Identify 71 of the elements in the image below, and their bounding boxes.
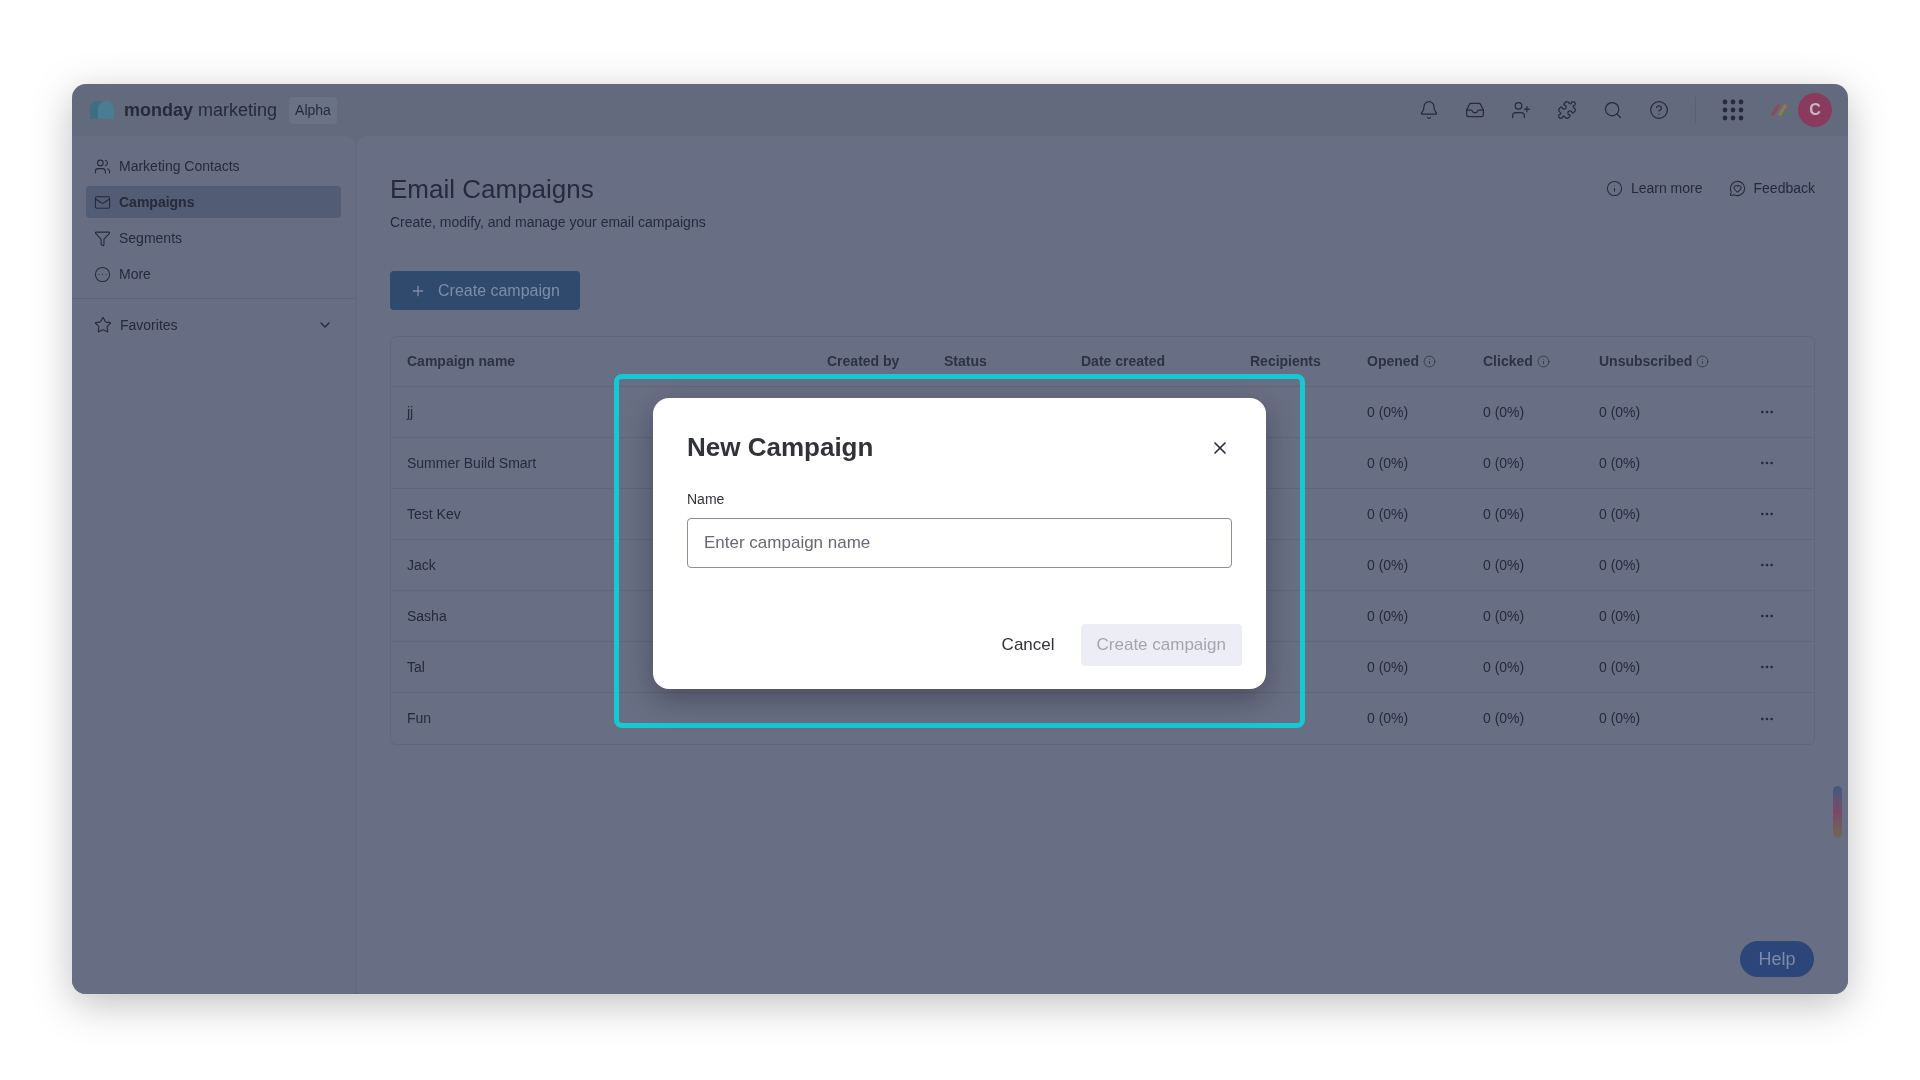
table-cell: 0 (0%) — [1483, 607, 1525, 624]
search-icon[interactable] — [1603, 100, 1623, 120]
table-cell: 0 (0%) — [1483, 710, 1525, 726]
bell-icon[interactable] — [1419, 100, 1439, 120]
user-avatar[interactable]: C — [1798, 93, 1832, 127]
table-cell: 0 (0%) — [1367, 556, 1409, 573]
column-header: Opened — [1367, 352, 1420, 371]
table-cell: 0 (0%) — [1599, 710, 1641, 726]
column-header: Status — [944, 352, 987, 371]
table-cell: 0 (0%) — [1367, 658, 1409, 675]
info-icon — [1536, 355, 1550, 368]
page-title: Email Campaigns — [390, 173, 595, 206]
column-header: Date created — [1081, 352, 1166, 371]
table-cell: 0 (0%) — [1483, 505, 1525, 522]
column-header: Campaign name — [407, 352, 516, 371]
table-cell: 0 (0%) — [1599, 556, 1641, 573]
campaign-name-input[interactable]: Enter campaign name — [687, 518, 1232, 568]
table-cell: Test Kev — [407, 505, 461, 522]
table-cell: Sasha — [407, 607, 447, 624]
page-subtitle: Create, modify, and manage your email campaigns — [390, 213, 706, 232]
column-header: Recipients — [1250, 352, 1321, 371]
inbox-icon[interactable] — [1465, 100, 1485, 120]
alpha-badge: Alpha — [289, 96, 337, 124]
table-cell: 0 (0%) — [1599, 403, 1641, 420]
add-user-icon[interactable] — [1511, 100, 1531, 120]
field-label: Name — [687, 490, 726, 509]
table-cell: 0 (0%) — [1367, 403, 1409, 420]
scrollbar-thumb — [1833, 786, 1842, 838]
people-icon — [94, 157, 111, 175]
mail-icon — [94, 193, 111, 211]
header-link[interactable]: Feedback — [1728, 178, 1815, 199]
header-link[interactable]: Learn more — [1605, 178, 1703, 199]
table-cell: 0 (0%) — [1483, 556, 1525, 573]
help-button[interactable]: Help — [1740, 941, 1814, 977]
puzzle-icon[interactable] — [1557, 100, 1577, 120]
table-cell: Jack — [407, 556, 436, 573]
favorites-item[interactable]: Favorites — [86, 309, 341, 341]
table-cell: jj — [407, 403, 414, 420]
apps-grid-icon[interactable] — [1722, 99, 1744, 121]
table-cell: 0 (0%) — [1367, 710, 1409, 726]
table-cell: 0 (0%) — [1599, 607, 1641, 624]
dialog-title: New Campaign — [687, 431, 874, 464]
info-icon — [1696, 355, 1710, 368]
table-cell: 0 (0%) — [1483, 658, 1525, 675]
filter-icon — [94, 229, 111, 247]
table-cell: Summer Build Smart — [407, 454, 537, 471]
column-header: Created by — [827, 352, 900, 371]
column-header: Unsubscribed — [1599, 352, 1693, 371]
table-cell: 0 (0%) — [1599, 658, 1641, 675]
brand-mark-icon — [1770, 103, 1792, 117]
table-cell: 0 (0%) — [1367, 505, 1409, 522]
logo-icon — [88, 101, 114, 119]
chat-heart-icon — [1728, 180, 1746, 197]
table-cell: 0 (0%) — [1483, 454, 1525, 471]
info-icon — [1605, 180, 1623, 197]
brand-name: monday marketing — [124, 98, 278, 122]
sidebar-item[interactable]: Campaigns — [86, 186, 341, 218]
table-cell: 0 (0%) — [1367, 454, 1409, 471]
create-campaign-button[interactable]: Create campaign — [390, 271, 580, 310]
more-icon — [94, 265, 111, 283]
table-cell: 0 (0%) — [1599, 454, 1641, 471]
star-icon — [94, 316, 112, 334]
table-cell: 0 (0%) — [1367, 607, 1409, 624]
help-icon[interactable] — [1649, 100, 1669, 120]
info-icon — [1423, 355, 1437, 368]
table-cell: 0 (0%) — [1599, 505, 1641, 522]
table-cell: Fun — [407, 710, 432, 726]
column-header: Clicked — [1483, 352, 1533, 371]
table-cell: Tal — [407, 658, 425, 675]
table-cell: 0 (0%) — [1483, 403, 1525, 420]
cancel-button[interactable]: Cancel — [987, 624, 1069, 666]
